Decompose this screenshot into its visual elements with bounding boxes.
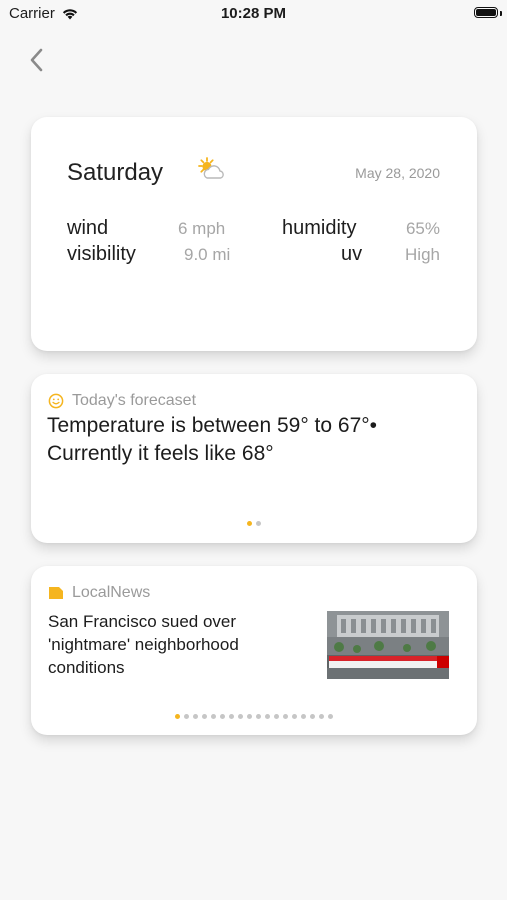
page-dot[interactable] bbox=[211, 714, 216, 719]
page-dot[interactable] bbox=[238, 714, 243, 719]
page-dot[interactable] bbox=[193, 714, 198, 719]
forecast-card[interactable]: Today's forecaset Temperature is between… bbox=[31, 374, 477, 543]
page-dot[interactable] bbox=[256, 714, 261, 719]
news-header-label: LocalNews bbox=[72, 584, 151, 601]
visibility-label: visibility bbox=[67, 243, 136, 265]
battery-icon bbox=[474, 7, 498, 18]
page-dot[interactable] bbox=[328, 714, 333, 719]
page-dot[interactable] bbox=[274, 714, 279, 719]
forecast-text: Temperature is between 59° to 67°• Curre… bbox=[47, 412, 467, 468]
smiley-icon bbox=[48, 393, 64, 409]
clock: 10:28 PM bbox=[220, 5, 287, 22]
wind-value: 6 mph bbox=[178, 219, 226, 238]
wind-label: wind bbox=[67, 217, 109, 239]
weather-card[interactable]: Saturday May 28, 2020 wind 6 mph humidit… bbox=[31, 117, 477, 351]
page-dot[interactable] bbox=[265, 714, 270, 719]
page-dot[interactable] bbox=[202, 714, 207, 719]
page-dot[interactable] bbox=[184, 714, 189, 719]
back-button[interactable] bbox=[22, 44, 50, 76]
news-header: LocalNews bbox=[48, 584, 150, 602]
weather-day: Saturday bbox=[67, 159, 164, 186]
page-dot[interactable] bbox=[256, 521, 261, 526]
page-dot[interactable] bbox=[319, 714, 324, 719]
page-dot[interactable] bbox=[292, 714, 297, 719]
page-dot[interactable] bbox=[301, 714, 306, 719]
page-dot[interactable] bbox=[310, 714, 315, 719]
forecast-temperature-range: Temperature is between 59° to 67°• bbox=[47, 414, 378, 437]
forecast-page-indicator[interactable] bbox=[31, 521, 477, 526]
news-card[interactable]: LocalNews San Francisco sued over 'night… bbox=[31, 566, 477, 735]
humidity-value: 65% bbox=[405, 219, 440, 238]
status-bar: Carrier 10:28 PM bbox=[0, 0, 507, 30]
page-dot[interactable] bbox=[220, 714, 225, 719]
uv-label: uv bbox=[341, 243, 363, 265]
humidity-label: humidity bbox=[282, 217, 357, 239]
news-headline[interactable]: San Francisco sued over 'nightmare' neig… bbox=[48, 610, 298, 679]
page-dot[interactable] bbox=[175, 714, 180, 719]
page-dot[interactable] bbox=[247, 521, 252, 526]
news-tag-icon bbox=[49, 587, 63, 599]
uv-value: High bbox=[405, 245, 440, 264]
forecast-header: Today's forecaset bbox=[48, 392, 196, 410]
chevron-left-icon bbox=[30, 48, 43, 72]
news-thumbnail[interactable] bbox=[327, 611, 449, 679]
battery-tip bbox=[500, 11, 502, 16]
news-page-indicator[interactable] bbox=[31, 714, 477, 719]
weather-date: May 28, 2020 bbox=[355, 165, 440, 181]
visibility-value: 9.0 mi bbox=[184, 245, 231, 264]
page-dot[interactable] bbox=[229, 714, 234, 719]
page-dot[interactable] bbox=[247, 714, 252, 719]
forecast-feels-like: Currently it feels like 68° bbox=[47, 442, 274, 465]
partly-sunny-icon bbox=[198, 157, 224, 179]
page-dot[interactable] bbox=[283, 714, 288, 719]
forecast-header-label: Today's forecaset bbox=[72, 392, 197, 409]
